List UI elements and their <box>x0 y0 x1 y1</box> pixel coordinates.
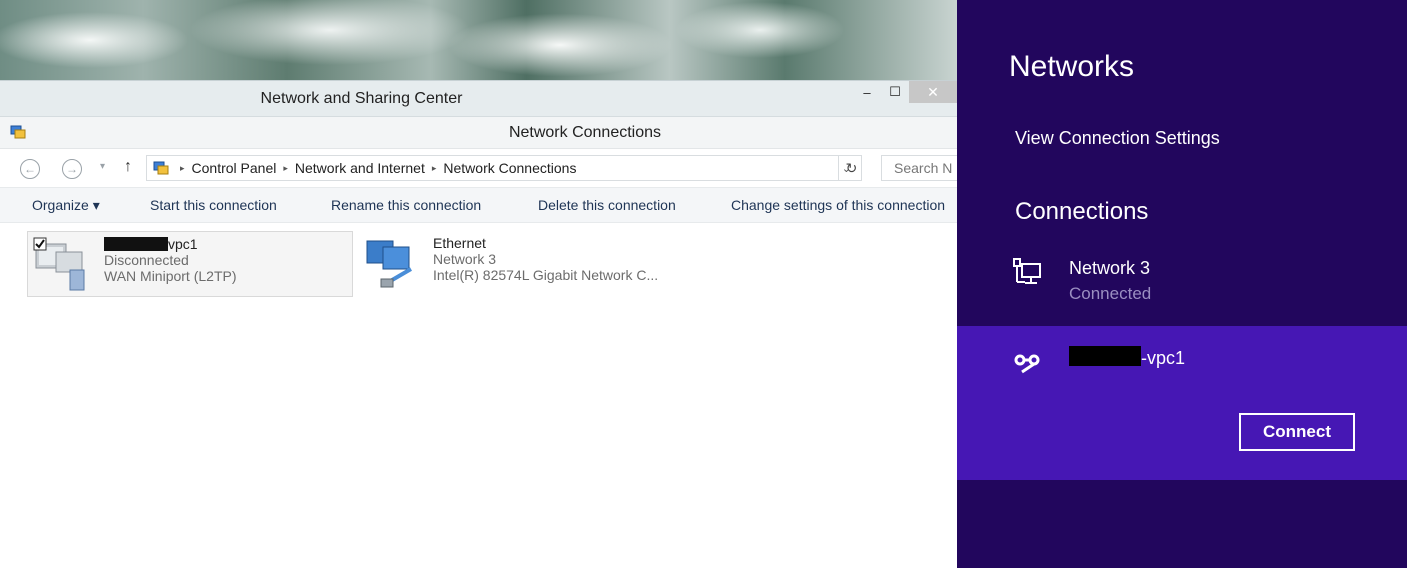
view-connection-settings-link[interactable]: View Connection Settings <box>1015 128 1220 149</box>
maximize-button[interactable]: ☐ <box>881 81 909 103</box>
networks-title: Networks <box>1009 50 1135 83</box>
change-settings-button[interactable]: Change settings of this connection <box>731 197 945 213</box>
control-panel-icon <box>153 161 169 175</box>
redacted-name <box>1069 346 1141 366</box>
desktop-wallpaper <box>0 0 957 80</box>
connection-device: WAN Miniport (L2TP) <box>104 268 237 284</box>
command-bar: Organize ▾ Start this connection Rename … <box>0 187 957 223</box>
networks-charm-panel: Networks View Connection Settings Connec… <box>957 0 1407 568</box>
ethernet-connection-icon <box>366 240 413 288</box>
breadcrumb-network-internet[interactable]: Network and Internet <box>295 160 425 176</box>
network-name: Network 3 <box>1069 258 1151 278</box>
breadcrumb-separator-icon: ▸ <box>180 162 185 173</box>
back-button[interactable]: ← <box>20 159 40 179</box>
recent-locations-dropdown[interactable]: ▾ <box>100 161 105 172</box>
address-bar: ← → ▾ ↑ ▸ Control Panel ▸ Network and In… <box>0 149 971 187</box>
vpn-icon <box>1014 354 1040 374</box>
connection-status: Network 3 <box>433 251 497 267</box>
connection-device: Intel(R) 82574L Gigabit Network C... <box>433 267 659 283</box>
breadcrumb-control-panel[interactable]: Control Panel <box>192 160 277 176</box>
breadcrumb-separator-icon: ▸ <box>431 162 437 173</box>
connections-heading: Connections <box>1015 198 1149 225</box>
refresh-button[interactable]: ↻ <box>838 155 864 181</box>
delete-connection-button[interactable]: Delete this connection <box>538 197 676 213</box>
network-item-vpn[interactable]: -vpc1 Connect <box>957 326 1407 480</box>
outer-titlebar[interactable]: Network and Sharing Center – ☐ ✕ <box>0 81 957 117</box>
inner-titlebar[interactable]: Network Connections <box>0 117 957 149</box>
breadcrumb[interactable]: ▸ Control Panel ▸ Network and Internet ▸… <box>146 155 862 181</box>
organize-menu[interactable]: Organize ▾ <box>32 197 100 214</box>
breadcrumb-network-connections[interactable]: Network Connections <box>443 160 576 176</box>
minimize-button[interactable]: – <box>853 81 881 103</box>
start-connection-button[interactable]: Start this connection <box>150 197 277 213</box>
window-controls: – ☐ ✕ <box>853 81 957 103</box>
rename-connection-button[interactable]: Rename this connection <box>331 197 481 213</box>
list-item-vpn[interactable]: vpc1 Disconnected WAN Miniport (L2TP) <box>27 231 353 297</box>
ethernet-icon <box>1013 258 1041 284</box>
network-status: Connected <box>1069 284 1152 303</box>
network-name: -vpc1 <box>1069 346 1185 369</box>
connections-list: vpc1 Disconnected WAN Miniport (L2TP) Et… <box>0 223 957 553</box>
connect-button[interactable]: Connect <box>1239 413 1355 451</box>
breadcrumb-separator-icon: ▸ <box>283 162 288 173</box>
list-item-ethernet[interactable]: Ethernet Network 3 Intel(R) 82574L Gigab… <box>357 231 697 297</box>
network-item-network-3[interactable]: Network 3 Connected <box>957 248 1407 316</box>
outer-window-title: Network and Sharing Center <box>260 90 463 107</box>
vpn-connection-icon <box>33 237 85 291</box>
close-button[interactable]: ✕ <box>909 81 957 103</box>
connection-name: vpc1 <box>168 236 198 252</box>
redacted-name <box>104 237 168 251</box>
up-button[interactable]: ↑ <box>124 158 132 176</box>
connection-name: Ethernet <box>433 235 486 251</box>
connection-status: Disconnected <box>104 252 189 268</box>
forward-button[interactable]: → <box>62 159 82 179</box>
network-sharing-center-window: Network and Sharing Center – ☐ ✕ Network… <box>0 80 971 568</box>
